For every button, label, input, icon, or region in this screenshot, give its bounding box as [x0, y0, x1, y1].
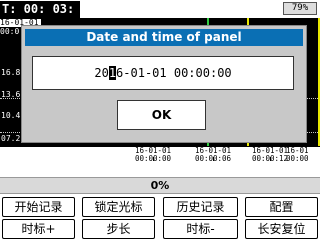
datetime-input[interactable]: 2016-01-01 00:00:00 [32, 56, 294, 90]
y-axis-label: 10.4 [1, 111, 21, 120]
lock-cursor-button[interactable]: 锁定光标 [82, 197, 155, 217]
y-axis-label: 13.6 [1, 90, 21, 99]
status-bar: T: 00: 03: 32 79% [0, 0, 320, 33]
long-press-reset-button[interactable]: 长安复位 [245, 219, 318, 239]
step-button[interactable]: 步长 [82, 219, 155, 239]
dialog-title: Date and time of panel [25, 29, 303, 46]
x-axis-label: 16-01 00:00 [286, 147, 320, 163]
history-button[interactable]: 历史记录 [163, 197, 238, 217]
x-axis-label: 16-01-01 00:00:06 [184, 147, 242, 163]
graph-start-time: 00:0 [0, 27, 20, 36]
datetime-suffix: 6-01-01 00:00:00 [116, 66, 232, 80]
x-axis-time: 00:00:00 [134, 154, 172, 163]
y-axis-label: 16.8 [1, 68, 21, 77]
x-axis-label: 16-01-01 00:00:00 [124, 147, 182, 163]
ok-button[interactable]: OK [117, 100, 206, 130]
progress-label: 0% [150, 179, 170, 192]
datetime-prefix: 20 [94, 66, 109, 80]
x-axis-time: 00:00:06 [194, 154, 232, 163]
edit-cursor: 1 [108, 66, 117, 80]
y-axis-label: 07.2 [1, 134, 21, 143]
start-recording-button[interactable]: 开始记录 [2, 197, 75, 217]
config-button[interactable]: 配置 [245, 197, 318, 217]
timescale-minus-button[interactable]: 时标- [163, 219, 238, 239]
timescale-plus-button[interactable]: 时标+ [2, 219, 75, 239]
progress-bar: 0% [0, 177, 320, 194]
battery-indicator: 79% [283, 2, 317, 15]
date-time-dialog: Date and time of panel 2016-01-01 00:00:… [21, 25, 307, 143]
elapsed-time-clock: T: 00: 03: 32 [0, 1, 80, 33]
x-axis-time: 00:00 [286, 154, 309, 163]
divider-strip [0, 163, 320, 177]
